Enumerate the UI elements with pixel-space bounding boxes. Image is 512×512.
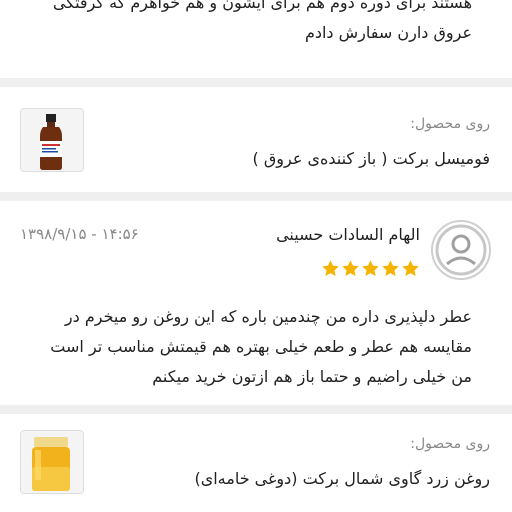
product-name[interactable]: روغن زرد گاوی شمال برکت (دوغی خامه‌ای) [194,469,490,488]
review-datetime: ۱۳۹۸/۹/۱۵ - ۱۴:۵۶ [20,225,139,243]
star-icon [322,260,339,276]
product-name[interactable]: فومیسل برکت ( باز کننده‌ی عروق ) [253,149,490,168]
star-icon [402,260,419,276]
previous-review-text: هستند برای دوره دوم هم برای ایشون و هم خ… [18,0,492,48]
review-author: الهام السادات حسینی [276,225,420,244]
rating-stars [321,259,420,278]
star-icon [382,260,399,276]
previous-review-line: عروق دارن سفارش دادم [304,23,472,42]
previous-review-line: هستند برای دوره دوم هم برای ایشون و هم خ… [52,0,472,12]
star-icon [342,260,359,276]
syrup-bottle-icon[interactable] [20,108,84,172]
reviewed-product-card[interactable]: روی محصول: روغن زرد گاوی شمال برکت (دوغی… [0,414,512,512]
reviews-page: هستند برای دوره دوم هم برای ایشون و هم خ… [0,0,512,512]
reviewed-product-card[interactable]: روی محصول: فومیسل برکت ( باز کننده‌ی عرو… [0,87,512,192]
previous-review-card: هستند برای دوره دوم هم برای ایشون و هم خ… [0,0,512,78]
avatar [431,220,491,280]
butter-jar-icon[interactable] [20,430,84,494]
review-card: الهام السادات حسینی ۱۳۹۸/۹/۱۵ - ۱۴:۵۶ عط… [0,201,512,405]
review-text: عطر دلپذیری داره من چندمین باره که این ر… [50,307,472,386]
product-label: روی محصول: [410,116,490,132]
product-label: روی محصول: [410,436,490,452]
star-icon [362,260,379,276]
